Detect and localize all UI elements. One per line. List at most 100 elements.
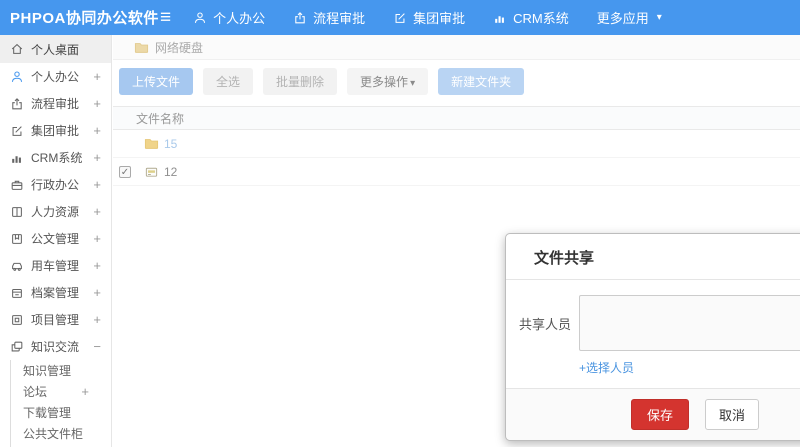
sidebar-item-label: 人力资源 <box>31 205 80 219</box>
knowledge-icon <box>11 341 23 351</box>
topnav-item-personal-office[interactable]: 个人办公 <box>193 8 265 27</box>
folder-name-link[interactable]: 15 <box>164 137 177 151</box>
expand-toggle[interactable]: + <box>93 177 101 192</box>
expand-toggle[interactable]: + <box>93 69 101 84</box>
hamburger-icon[interactable]: ≡ <box>160 8 171 27</box>
sidebar-item-label: 用车管理 <box>31 259 80 273</box>
expand-toggle[interactable]: + <box>93 258 101 273</box>
sidebar-item-label: CRM系统 <box>31 151 83 165</box>
table-header: 文件名称 <box>113 106 800 130</box>
chart-icon <box>495 15 505 23</box>
submenu-item-label: 下载管理 <box>23 406 72 420</box>
edit-icon <box>395 12 405 23</box>
top-bar: PHPOA协同办公软件 ≡ 个人办公 流程审批 集团审批 CRM系统 更多应用 … <box>0 0 800 35</box>
sidebar-item-hr[interactable]: 人力资源 + <box>0 198 111 225</box>
table-row-file-12[interactable]: ✓ 12 <box>113 158 800 186</box>
sidebar-item-label: 知识交流 <box>31 340 80 354</box>
share-members-label: 共享人员 <box>518 316 571 332</box>
project-icon <box>12 314 22 325</box>
expand-toggle[interactable]: + <box>93 231 101 246</box>
expand-toggle[interactable]: + <box>93 204 101 219</box>
topnav-label: 个人办公 <box>213 11 266 26</box>
sidebar-item-document-mgmt[interactable]: 公文管理 + <box>0 225 111 252</box>
more-operations-dropdown[interactable]: 更多操作 ▾ <box>347 68 429 95</box>
topnav-item-process-approval[interactable]: 流程审批 <box>293 8 365 27</box>
expand-toggle[interactable]: + <box>93 96 101 111</box>
share-members-row: 共享人员 <box>506 295 800 351</box>
sidebar-item-knowledge-exchange[interactable]: 知识交流 − <box>0 333 111 360</box>
drive-icon <box>145 167 158 177</box>
share-members-textarea[interactable] <box>579 295 800 351</box>
upload-file-button[interactable]: 上传文件 <box>119 68 194 95</box>
submenu-item-download-mgmt[interactable]: 下载管理 <box>11 402 111 423</box>
car-icon <box>12 262 22 271</box>
sidebar-item-label: 档案管理 <box>31 286 80 300</box>
topnav-label: 流程审批 <box>313 11 366 26</box>
document-icon <box>12 233 22 244</box>
sidebar-item-process-approval[interactable]: 流程审批 + <box>0 90 111 117</box>
sidebar-item-vehicle-mgmt[interactable]: 用车管理 + <box>0 252 111 279</box>
collapse-toggle[interactable]: − <box>93 339 101 354</box>
topnav-item-more-apps[interactable]: 更多应用 ▾ <box>597 8 662 27</box>
topnav-label: 更多应用 <box>596 11 649 26</box>
checkbox-cell: ✓ <box>118 165 132 178</box>
top-navigation: 个人办公 流程审批 集团审批 CRM系统 更多应用 ▾ <box>193 8 662 27</box>
submenu-item-forum[interactable]: 论坛 + <box>11 381 111 402</box>
breadcrumb: 网络硬盘 <box>113 35 800 60</box>
submenu-item-label: 论坛 <box>23 385 48 399</box>
sidebar-item-crm[interactable]: CRM系统 + <box>0 144 111 171</box>
expand-toggle[interactable]: + <box>93 312 101 327</box>
batch-delete-button[interactable]: 批量删除 <box>263 68 338 95</box>
breadcrumb-label: 网络硬盘 <box>155 40 204 55</box>
sidebar-item-admin-office[interactable]: 行政办公 + <box>0 171 111 198</box>
topnav-label: CRM系统 <box>513 11 569 26</box>
knowledge-submenu: 知识管理 论坛 + 下载管理 公共文件柜 网络硬盘 <box>10 360 111 447</box>
process-icon <box>295 11 305 23</box>
file-toolbar: 上传文件 全选 批量删除 更多操作 ▾ 新建文件夹 <box>113 60 800 106</box>
sidebar-item-personal-office[interactable]: 个人办公 + <box>0 63 111 90</box>
expand-toggle[interactable]: + <box>93 123 101 138</box>
submenu-item-label: 知识管理 <box>23 364 72 378</box>
caret-down-icon: ▾ <box>410 78 416 89</box>
folder-icon <box>144 139 159 149</box>
modal-title: 文件共享 <box>506 234 800 280</box>
modal-footer: 保存 取消 <box>506 388 800 440</box>
row-checkbox-checked[interactable]: ✓ <box>119 165 131 178</box>
save-button[interactable]: 保存 <box>630 399 689 430</box>
more-operations-label: 更多操作 <box>360 75 409 89</box>
cancel-button[interactable]: 取消 <box>705 399 760 430</box>
edit-icon <box>12 125 22 136</box>
expand-toggle[interactable]: + <box>93 285 101 300</box>
sidebar-item-project-mgmt[interactable]: 项目管理 + <box>0 306 111 333</box>
new-folder-button[interactable]: 新建文件夹 <box>438 68 525 95</box>
folder-icon <box>134 42 149 53</box>
sidebar-item-archive-mgmt[interactable]: 档案管理 + <box>0 279 111 306</box>
sidebar-item-personal-desktop[interactable]: 个人桌面 <box>0 35 111 63</box>
sidebar-item-group-approval[interactable]: 集团审批 + <box>0 117 111 144</box>
select-all-button[interactable]: 全选 <box>203 68 254 95</box>
sidebar-item-label: 流程审批 <box>31 97 80 111</box>
briefcase-icon <box>11 180 23 190</box>
home-icon <box>11 43 23 54</box>
submenu-item-knowledge-mgmt[interactable]: 知识管理 <box>11 360 111 381</box>
topnav-item-crm[interactable]: CRM系统 <box>493 8 569 27</box>
topnav-label: 集团审批 <box>413 11 466 26</box>
file-share-modal: 文件共享 共享人员 +选择人员 保存 取消 <box>505 233 800 441</box>
sidebar-item-label: 项目管理 <box>31 313 80 327</box>
submenu-item-label: 公共文件柜 <box>23 427 84 441</box>
sidebar: 个人桌面 个人办公 + 流程审批 + 集团审批 + CRM系统 + 行政办公 +… <box>0 35 112 447</box>
sidebar-item-label: 公文管理 <box>31 232 80 246</box>
expand-toggle[interactable]: + <box>93 150 101 165</box>
sidebar-item-label: 个人桌面 <box>31 42 80 57</box>
submenu-item-public-file-cabinet[interactable]: 公共文件柜 <box>11 423 111 444</box>
expand-toggle[interactable]: + <box>81 384 101 399</box>
archive-icon <box>12 288 22 298</box>
topnav-item-group-approval[interactable]: 集团审批 <box>393 8 465 27</box>
sidebar-item-label: 个人办公 <box>31 70 80 84</box>
user-icon <box>11 70 23 82</box>
table-row-folder-15[interactable]: 15 <box>113 130 800 158</box>
file-name-link[interactable]: 12 <box>164 165 177 179</box>
select-members-link[interactable]: +选择人员 <box>579 359 634 376</box>
modal-body: 共享人员 +选择人员 <box>506 280 800 376</box>
process-icon <box>12 97 22 109</box>
